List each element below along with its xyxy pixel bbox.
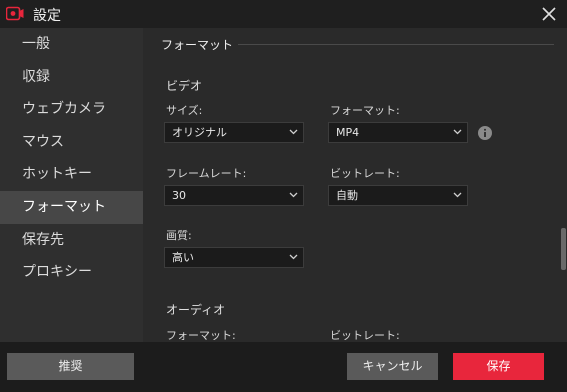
sidebar-item-proxy[interactable]: プロキシー — [0, 256, 143, 289]
video-size-label: サイズ: — [166, 104, 203, 117]
video-format-value: MP4 — [336, 126, 360, 139]
scrollbar-thumb[interactable] — [561, 228, 566, 270]
sidebar-item-hotkeys[interactable]: ホットキー — [0, 158, 143, 191]
format-settings-panel: フォーマット ビデオ サイズ: オリジナル フォーマット: MP4 フレームレー… — [143, 28, 567, 342]
chevron-down-icon — [453, 129, 462, 135]
dialog-footer: 推奨 キャンセル 保存 — [0, 342, 567, 392]
cancel-button[interactable]: キャンセル — [347, 353, 438, 380]
video-format-select[interactable]: MP4 — [328, 122, 468, 143]
chevron-down-icon — [289, 129, 298, 135]
sidebar-item-recording[interactable]: 収録 — [0, 61, 143, 94]
save-button[interactable]: 保存 — [453, 353, 544, 380]
video-bit-rate-value: 自動 — [336, 189, 358, 202]
sidebar-item-save-location[interactable]: 保存先 — [0, 224, 143, 257]
audio-bit-rate-label: ビットレート: — [330, 329, 400, 342]
section-divider — [238, 44, 554, 45]
video-section-title: ビデオ — [166, 79, 203, 93]
title-bar: 設定 — [0, 0, 567, 28]
quality-select[interactable]: 高い — [164, 247, 304, 268]
section-title: フォーマット — [161, 38, 234, 52]
window-title: 設定 — [33, 8, 61, 24]
video-bit-rate-select[interactable]: 自動 — [328, 185, 468, 206]
chevron-down-icon — [289, 192, 298, 198]
video-size-value: オリジナル — [172, 126, 227, 139]
sidebar-item-general[interactable]: 一般 — [0, 28, 143, 61]
audio-section-title: オーディオ — [166, 303, 226, 317]
settings-sidebar: 一般 収録 ウェブカメラ マウス ホットキー フォーマット 保存先 プロキシー — [0, 28, 143, 342]
record-camera-icon — [6, 6, 24, 21]
audio-format-label: フォーマット: — [166, 329, 236, 342]
sidebar-item-mouse[interactable]: マウス — [0, 126, 143, 159]
video-bit-rate-label: ビットレート: — [330, 167, 400, 180]
frame-rate-value: 30 — [172, 189, 186, 202]
close-icon[interactable] — [539, 4, 559, 24]
quality-value: 高い — [172, 251, 194, 264]
sidebar-item-webcam[interactable]: ウェブカメラ — [0, 93, 143, 126]
info-icon[interactable] — [478, 126, 492, 140]
recommended-button[interactable]: 推奨 — [7, 353, 134, 380]
frame-rate-label: フレームレート: — [166, 167, 247, 180]
video-size-select[interactable]: オリジナル — [164, 122, 304, 143]
chevron-down-icon — [453, 192, 462, 198]
quality-label: 画質: — [166, 229, 192, 242]
video-format-label: フォーマット: — [330, 104, 400, 117]
chevron-down-icon — [289, 254, 298, 260]
sidebar-item-format[interactable]: フォーマット — [0, 190, 143, 224]
frame-rate-select[interactable]: 30 — [164, 185, 304, 206]
